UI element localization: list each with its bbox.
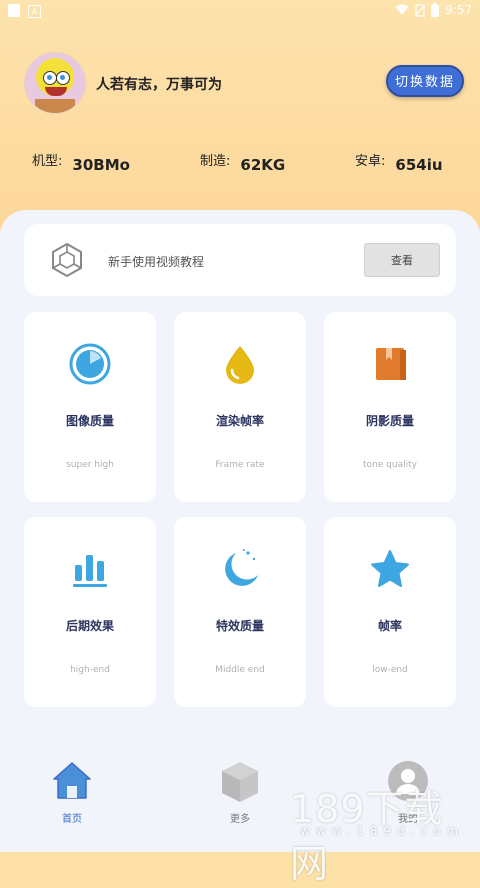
battery-icon xyxy=(431,3,440,17)
wifi-icon xyxy=(395,4,409,15)
card-subtitle: Middle end xyxy=(215,665,265,675)
card-title: 图像质量 xyxy=(65,414,114,428)
hexagon-cube-icon xyxy=(52,242,82,278)
star-icon xyxy=(371,550,409,587)
spec-label: 制造: xyxy=(200,154,231,169)
avatar[interactable] xyxy=(24,52,86,114)
drop-icon xyxy=(226,346,254,384)
card-subtitle: super high xyxy=(66,460,114,470)
card-subtitle: low-end xyxy=(372,665,408,675)
card-title: 帧率 xyxy=(377,619,402,633)
card-title: 后期效果 xyxy=(65,619,114,633)
card-effects-quality[interactable]: 特效质量 Middle end xyxy=(174,517,306,707)
cube-icon xyxy=(222,762,258,802)
avatar-shirt xyxy=(35,99,75,113)
home-icon xyxy=(53,762,91,799)
tutorial-banner[interactable]: 新手使用视频教程 查看 xyxy=(24,224,456,296)
card-subtitle: high-end xyxy=(70,665,110,675)
card-title: 渲染帧率 xyxy=(215,414,264,428)
no-sim-icon xyxy=(415,3,426,17)
header-background xyxy=(0,0,480,230)
switch-data-button[interactable]: 切换数据 xyxy=(386,65,464,97)
tab-label: 更多 xyxy=(230,814,250,825)
avatar-eye xyxy=(56,71,70,85)
motto-text: 人若有志，万事可为 xyxy=(96,77,222,93)
tutorial-label: 新手使用视频教程 xyxy=(108,255,205,269)
card-title: 特效质量 xyxy=(215,619,264,633)
spec-model: 机型: 30BMo xyxy=(32,150,130,174)
notification-icon xyxy=(8,4,20,17)
card-shadow-quality[interactable]: 阴影质量 tone quality xyxy=(324,312,456,502)
stopwatch-icon xyxy=(69,343,111,385)
card-frame-rate[interactable]: 渲染帧率 Frame rate xyxy=(174,312,306,502)
card-frame-rate-level[interactable]: 帧率 low-end xyxy=(324,517,456,707)
spec-label: 机型: xyxy=(32,154,63,169)
moon-icon xyxy=(225,549,258,586)
avatar-mouth xyxy=(45,87,67,96)
status-bar: A 9:57 xyxy=(0,0,480,22)
status-time: 9:57 xyxy=(445,3,472,17)
book-icon xyxy=(376,348,406,380)
card-post-effects[interactable]: 后期效果 high-end xyxy=(24,517,156,707)
card-subtitle: Frame rate xyxy=(215,460,265,470)
spec-android: 安卓: 654iu xyxy=(355,150,443,174)
spec-label: 安卓: xyxy=(355,154,386,169)
avatar-eye xyxy=(43,71,57,85)
bar-chart-icon xyxy=(73,555,107,587)
card-title: 阴影质量 xyxy=(365,414,414,428)
spec-manufacture: 制造: 62KG xyxy=(200,150,285,174)
card-subtitle: tone quality xyxy=(363,460,417,470)
watermark-url: www.189d.com xyxy=(300,824,465,838)
tab-label: 首页 xyxy=(62,814,82,825)
spec-value: 62KG xyxy=(240,156,286,174)
view-button[interactable]: 查看 xyxy=(364,243,440,277)
spec-value: 30BMo xyxy=(72,156,130,174)
app-notification-icon: A xyxy=(28,5,41,18)
spec-value: 654iu xyxy=(395,156,443,174)
card-image-quality[interactable]: 图像质量 super high xyxy=(24,312,156,502)
